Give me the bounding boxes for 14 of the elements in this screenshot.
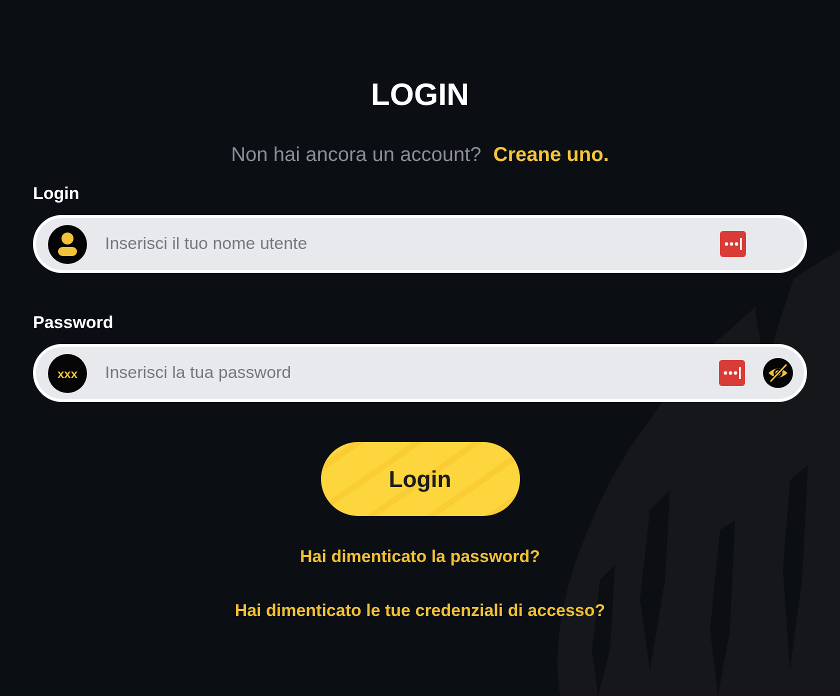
- signup-prompt: Non hai ancora un account?: [231, 143, 482, 167]
- user-icon: [48, 225, 87, 264]
- eye-crossed-icon: [763, 358, 793, 388]
- show-password-button[interactable]: [763, 358, 793, 388]
- login-button[interactable]: Login: [320, 442, 520, 516]
- help-link[interactable]: Hai dimenticato le tue credenziali di accesso?: [234, 600, 606, 622]
- help-link[interactable]: Hai dimenticato la password?: [300, 546, 540, 568]
- field-label: Password: [33, 312, 114, 334]
- dots-cursor-icon[interactable]: [720, 231, 746, 257]
- page-title: LOGIN: [370, 77, 470, 113]
- field-label: Login: [33, 183, 80, 205]
- username-field[interactable]: Inserisci il tuo nome utente: [33, 215, 807, 273]
- signup-link[interactable]: Creane uno.: [493, 143, 609, 167]
- dots-cursor-icon[interactable]: [719, 360, 745, 386]
